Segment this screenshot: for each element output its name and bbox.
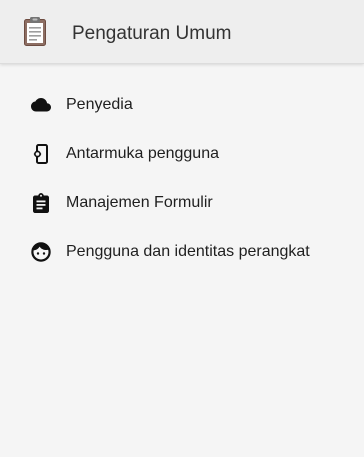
page-title: Pengaturan Umum <box>72 23 232 44</box>
menu-item-manajemen-formulir[interactable]: Manajemen Formulir <box>0 178 364 227</box>
menu-item-label: Manajemen Formulir <box>66 193 213 211</box>
menu-item-label: Antarmuka pengguna <box>66 144 219 162</box>
menu-item-penyedia[interactable]: Penyedia <box>0 80 364 129</box>
face-icon <box>31 241 51 262</box>
settings-menu: Penyedia Antarmuka pengguna Manajemen Fo… <box>0 80 364 276</box>
menu-item-antarmuka-pengguna[interactable]: Antarmuka pengguna <box>0 129 364 178</box>
menu-item-pengguna-dan-identitas[interactable]: Pengguna dan identitas perangkat <box>0 227 364 276</box>
app-bar: Pengaturan Umum <box>0 0 364 64</box>
clipboard-icon <box>24 17 46 46</box>
cloud-icon <box>31 95 51 115</box>
menu-item-label: Pengguna dan identitas perangkat <box>66 242 310 260</box>
phone-settings-icon <box>31 143 51 164</box>
clipboard-list-icon <box>31 192 51 213</box>
menu-item-label: Penyedia <box>66 95 133 113</box>
